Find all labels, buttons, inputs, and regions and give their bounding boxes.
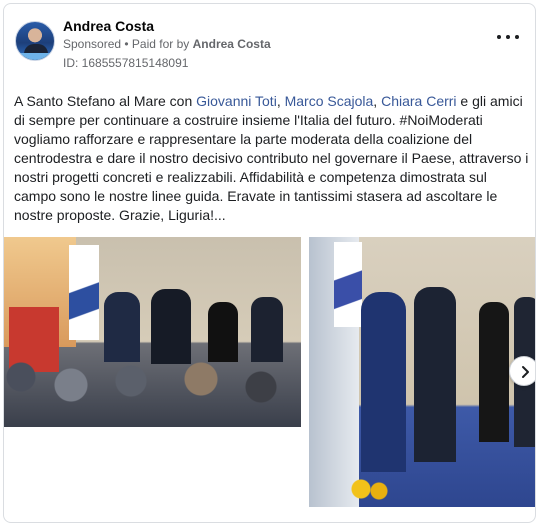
party-flag [334, 242, 362, 327]
chevron-right-icon [522, 366, 529, 378]
author-avatar[interactable] [15, 21, 55, 61]
paid-for-label: Paid for by [131, 37, 193, 51]
speaker-figure [251, 297, 283, 362]
mention-marco-scajola[interactable]: Marco Scajola [285, 93, 374, 109]
more-options-icon[interactable] [496, 31, 520, 43]
post-text-body: e gli amici di sempre per continuare a c… [14, 93, 529, 223]
comma: , [276, 93, 285, 109]
speaker-figure [361, 292, 406, 472]
comma: , [373, 93, 382, 109]
speaker-figure [479, 302, 509, 442]
next-photo-button[interactable] [509, 356, 535, 386]
meta-separator: • [121, 37, 132, 51]
sunflowers [349, 477, 389, 502]
sponsored-post-card: Andrea Costa Sponsored • Paid for by And… [3, 3, 536, 523]
mention-giovanni-toti[interactable]: Giovanni Toti [196, 93, 277, 109]
sponsored-line: Sponsored • Paid for by Andrea Costa [63, 37, 271, 51]
post-photo-2[interactable] [309, 237, 535, 507]
speaker-figure [151, 289, 191, 364]
paid-for-name: Andrea Costa [192, 37, 271, 51]
audience [4, 357, 301, 427]
ad-id: ID: 1685557815148091 [63, 56, 189, 70]
author-name[interactable]: Andrea Costa [63, 18, 154, 34]
post-photo-1[interactable] [4, 237, 301, 427]
sponsored-label: Sponsored [63, 37, 122, 51]
post-text-intro: A Santo Stefano al Mare con [14, 93, 197, 109]
post-text: A Santo Stefano al Mare con Giovanni Tot… [14, 92, 530, 225]
speaker-figure [104, 292, 140, 362]
party-flag [69, 245, 99, 340]
speaker-figure [208, 302, 238, 362]
speaker-figure [414, 287, 456, 462]
avatar-banner [16, 53, 54, 60]
mention-chiara-cerri[interactable]: Chiara Cerri [381, 93, 456, 109]
